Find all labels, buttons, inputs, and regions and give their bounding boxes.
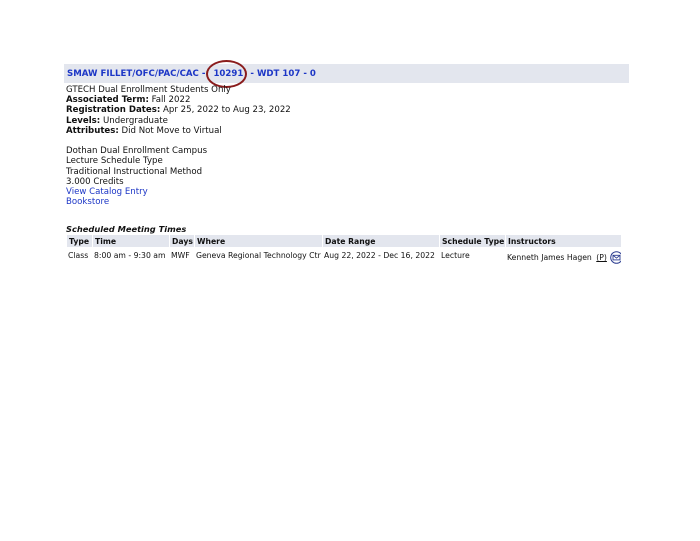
schedule-type: Lecture Schedule Type <box>66 156 163 167</box>
header-days: Days <box>170 235 194 247</box>
header-instructors: Instructors <box>506 235 621 247</box>
associated-term: Associated Term: Fall 2022 <box>66 95 291 105</box>
title-separator: - <box>201 68 206 79</box>
associated-term-value: Fall 2022 <box>151 95 191 106</box>
attributes: Attributes: Did Not Move to Virtual <box>66 126 291 136</box>
registration-dates: Registration Dates: Apr 25, 2022 to Aug … <box>66 105 291 115</box>
levels: Levels: Undergraduate <box>66 116 291 126</box>
instructional-method: Traditional Instructional Method <box>66 166 203 177</box>
crn-number[interactable]: 10291 <box>213 69 243 79</box>
header-type: Type <box>67 235 92 247</box>
registration-dates-label: Registration Dates: <box>66 105 161 116</box>
meeting-times-caption: Scheduled Meeting Times <box>66 224 187 234</box>
header-time: Time <box>93 235 169 247</box>
header-where: Where <box>195 235 322 247</box>
course-code[interactable]: WDT 107 <box>257 69 300 79</box>
course-details: GTECH Dual Enrollment Students Only Asso… <box>66 85 291 207</box>
cell-type: Class <box>68 251 89 260</box>
section-number[interactable]: 0 <box>310 69 316 79</box>
meeting-times-table: Type Time Days Where Date Range Schedule… <box>66 235 622 266</box>
levels-label: Levels: <box>66 115 101 126</box>
attributes-label: Attributes: <box>66 125 119 136</box>
cell-date-range: Aug 22, 2022 - Dec 16, 2022 <box>324 251 435 260</box>
primary-instructor-marker: (P) <box>596 253 607 262</box>
view-catalog-entry-link[interactable]: View Catalog Entry <box>66 187 148 197</box>
cell-where: Geneva Regional Technology Ctr <box>196 251 321 260</box>
attributes-value: Did Not Move to Virtual <box>121 125 222 136</box>
course-title-bar: SMAW FILLET/OFC/PAC/CAC - 10291 - WDT 10… <box>64 59 629 88</box>
associated-term-label: Associated Term: <box>66 95 149 106</box>
campus: Dothan Dual Enrollment Campus <box>66 146 208 157</box>
cell-time: 8:00 am - 9:30 am <box>94 251 166 260</box>
bookstore-link[interactable]: Bookstore <box>66 197 109 207</box>
table-header-row: Type Time Days Where Date Range Schedule… <box>67 235 621 247</box>
section-separator: - <box>303 68 307 79</box>
crn-highlight: 10291 <box>206 59 248 88</box>
header-schedule-type: Schedule Type <box>440 235 505 247</box>
course-title-link[interactable]: SMAW FILLET/OFC/PAC/CAC <box>67 69 199 79</box>
cell-schedule-type: Lecture <box>441 251 470 260</box>
enrollment-note: GTECH Dual Enrollment Students Only <box>66 85 231 95</box>
cell-days: MWF <box>171 251 190 260</box>
registration-dates-value: Apr 25, 2022 to Aug 23, 2022 <box>163 105 291 116</box>
table-row: Class 8:00 am - 9:30 am MWF Geneva Regio… <box>67 247 621 266</box>
cell-instructor: Kenneth James Hagen (P) <box>506 247 621 266</box>
email-icon[interactable] <box>610 251 621 266</box>
crn-separator: - <box>250 68 254 79</box>
instructor-name: Kenneth James Hagen <box>507 253 592 262</box>
credits: 3.000 Credits <box>66 176 124 187</box>
header-date-range: Date Range <box>323 235 439 247</box>
levels-value: Undergraduate <box>102 115 168 126</box>
